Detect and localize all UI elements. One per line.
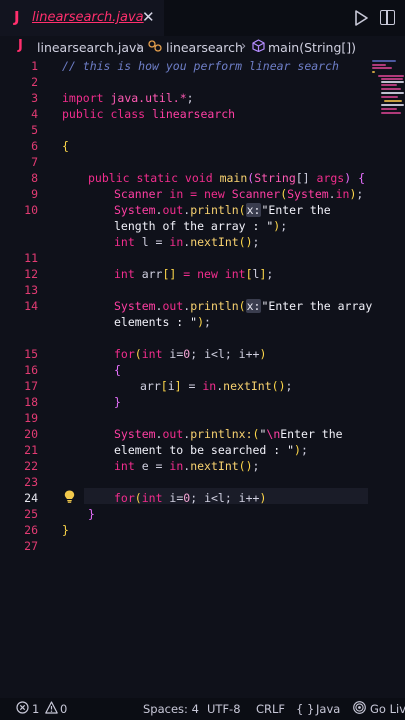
method-cube-icon — [252, 39, 265, 56]
code-line: import java.util.*; — [62, 91, 194, 105]
line-number: 24 — [24, 491, 38, 505]
line-number: 1 — [31, 59, 38, 73]
code-line: { — [62, 139, 69, 153]
line-number: 16 — [24, 363, 38, 377]
minimap[interactable] — [366, 58, 405, 118]
tab-label: linearsearch.java — [32, 10, 144, 25]
code-editor[interactable]: 1 2 3 4 5 6 7 8 9 10 11 12 13 14 15 16 1… — [0, 58, 405, 698]
eol-status[interactable]: CRLF — [256, 702, 285, 716]
breadcrumb-file[interactable]: linearsearch.java — [37, 40, 144, 55]
line-number: 6 — [31, 139, 38, 153]
status-bar: 1 0 Spaces: 4 UTF-8 CRLF { } Java Go Liv… — [0, 698, 405, 720]
indentation-status[interactable]: Spaces: 4 — [143, 702, 199, 716]
go-live-button[interactable]: Go Live — [370, 702, 405, 716]
code-line: int e = in.nextInt(); — [114, 459, 260, 473]
line-number: 12 — [24, 267, 38, 281]
java-file-icon: J — [18, 38, 23, 53]
line-number: 10 — [24, 203, 38, 217]
line-number: 21 — [24, 443, 38, 457]
line-number: 27 — [24, 539, 38, 553]
line-number: 23 — [24, 475, 38, 489]
chevron-right-icon: › — [241, 39, 247, 54]
line-number: 8 — [31, 171, 38, 185]
line-number: 13 — [24, 283, 38, 297]
close-icon[interactable]: ✕ — [142, 8, 155, 26]
line-number: 19 — [24, 411, 38, 425]
code-line: elements : "); — [114, 315, 211, 329]
chevron-right-icon: › — [136, 39, 142, 54]
code-line: length of the array : "); — [114, 219, 288, 233]
code-line: element to be searched : "); — [114, 443, 308, 457]
class-icon — [148, 40, 162, 55]
code-line: } — [62, 523, 69, 537]
error-count[interactable]: 1 — [32, 702, 39, 716]
code-line: arr[i] = in.nextInt(); — [140, 379, 293, 393]
code-line: { — [114, 363, 121, 377]
java-file-icon: J — [14, 8, 20, 26]
line-number: 22 — [24, 459, 38, 473]
code-line: // this is how you perform linear search — [62, 59, 339, 73]
breadcrumb-method[interactable]: main(String[]) — [268, 40, 356, 55]
line-number: 17 — [24, 379, 38, 393]
code-line: System.out.printlnx:("\nEnter the — [114, 427, 343, 441]
run-icon[interactable] — [354, 10, 368, 26]
line-number: 5 — [31, 123, 38, 137]
line-number: 2 — [31, 75, 38, 89]
language-mode[interactable]: Java — [316, 702, 340, 716]
editor-tab-linearsearch[interactable]: J linearsearch.java ✕ — [0, 0, 164, 36]
line-number: 15 — [24, 347, 38, 361]
tab-bar: J linearsearch.java ✕ — [0, 0, 405, 36]
line-number: 3 — [31, 91, 38, 105]
line-number: 20 — [24, 427, 38, 441]
warning-icon[interactable] — [45, 701, 58, 717]
line-number: 14 — [24, 299, 38, 313]
line-number: 18 — [24, 395, 38, 409]
code-line: } — [88, 507, 95, 521]
braces-icon: { } — [296, 702, 315, 716]
lightbulb-icon[interactable] — [64, 490, 75, 506]
broadcast-icon[interactable] — [353, 701, 366, 717]
warning-count[interactable]: 0 — [60, 702, 67, 716]
line-number: 26 — [24, 523, 38, 537]
code-line: int l = in.nextInt(); — [114, 235, 260, 249]
breadcrumb-class[interactable]: linearsearch — [166, 40, 243, 55]
code-line: public class linearsearch — [62, 107, 236, 121]
code-line: } — [114, 395, 121, 409]
code-line: for(int i=0; i<l; i++) — [114, 491, 267, 505]
code-line: System.out.println(x:"Enter the array — [114, 299, 373, 313]
encoding-status[interactable]: UTF-8 — [207, 702, 241, 716]
code-line: public static void main(String[] args) { — [88, 171, 366, 185]
line-number: 4 — [31, 107, 38, 121]
split-editor-icon[interactable] — [380, 10, 395, 25]
line-number: 11 — [24, 251, 38, 265]
error-icon[interactable] — [16, 701, 29, 717]
line-number: 7 — [31, 155, 38, 169]
code-line: for(int i=0; i<l; i++) — [114, 347, 267, 361]
code-line: Scanner in = new Scanner(System.in); — [114, 187, 364, 201]
code-line: int arr[] = new int[l]; — [114, 267, 274, 281]
line-number: 25 — [24, 507, 38, 521]
line-number: 9 — [31, 187, 38, 201]
code-line: System.out.println(x:"Enter the — [114, 203, 331, 217]
